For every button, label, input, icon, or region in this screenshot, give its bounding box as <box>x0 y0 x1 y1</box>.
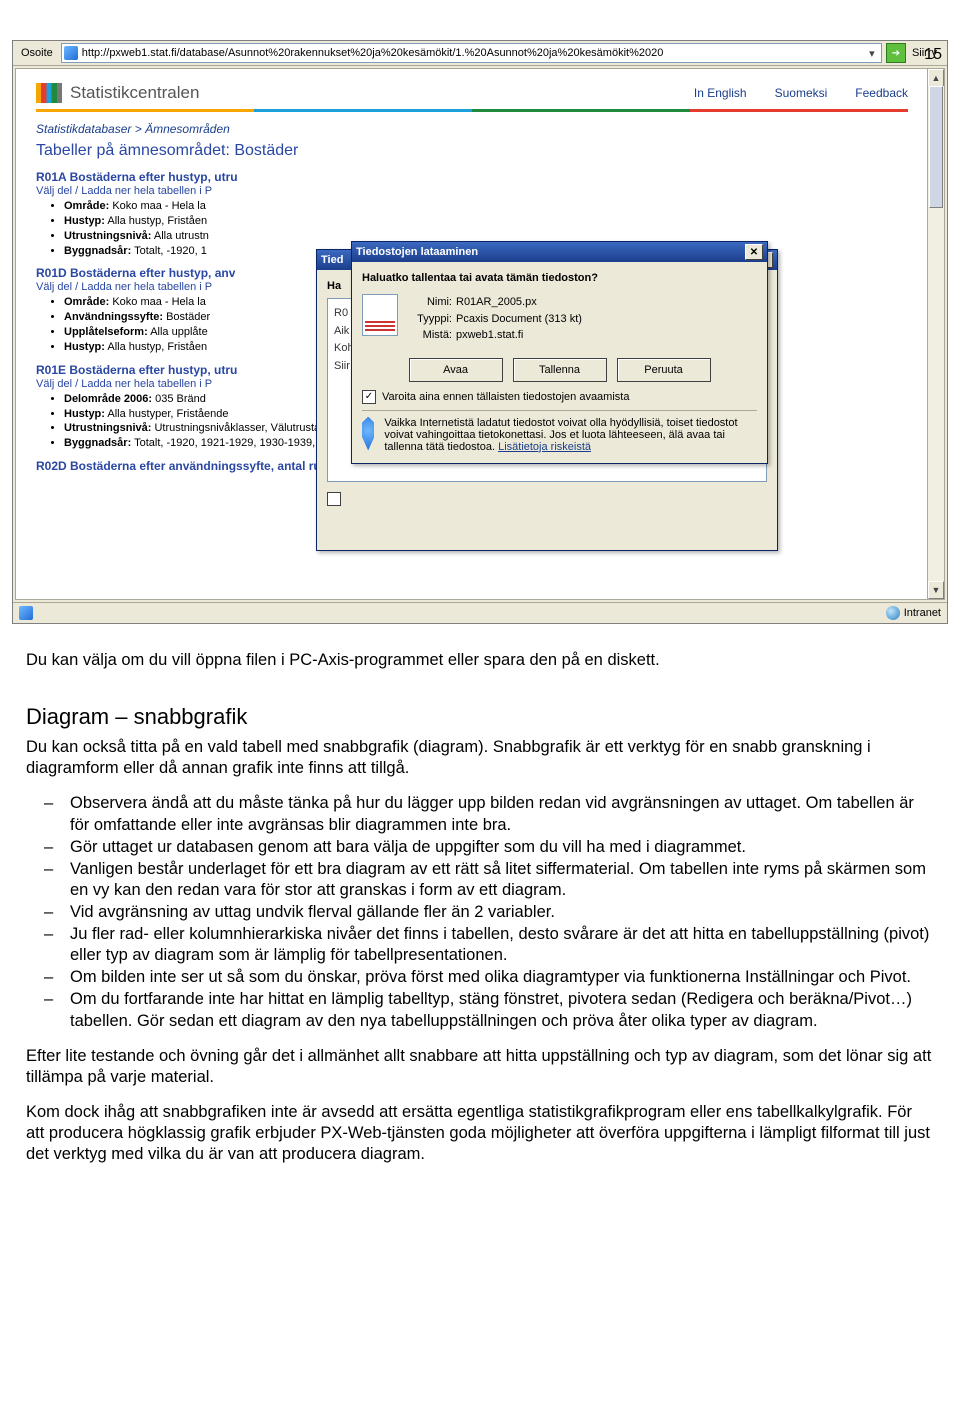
browser-content: ▲ ▼ Statistikcentralen In English Suomek… <box>15 68 945 600</box>
url-dropdown-icon[interactable]: ▾ <box>865 47 879 60</box>
vertical-scrollbar[interactable]: ▲ ▼ <box>927 69 944 599</box>
page-icon <box>64 46 78 60</box>
dialog-titlebar: Tiedostojen lataaminen ✕ <box>352 242 767 262</box>
warn-checkbox[interactable]: ✓ <box>362 390 376 404</box>
list-item: Om du fortfarande inte har hittat en läm… <box>26 989 934 1031</box>
from-label: Mistä: <box>408 327 452 344</box>
warn-checkbox-label: Varoita aina ennen tällaisten tiedostoje… <box>382 391 629 403</box>
section-heading: Diagram – snabbgrafik <box>26 703 934 731</box>
list-item: Vanligen består underlaget för ett bra d… <box>26 859 934 901</box>
area-title: Tabeller på ämnesområdet: Bostäder <box>36 142 908 160</box>
nav-english[interactable]: In English <box>694 86 747 100</box>
dialog-title: Tiedostojen lataaminen <box>356 246 478 258</box>
site-header: Statistikcentralen In English Suomeksi F… <box>36 77 908 107</box>
url-input[interactable]: http://pxweb1.stat.fi/database/Asunnot%2… <box>61 43 882 63</box>
from-value: pxweb1.stat.fi <box>456 329 523 341</box>
list-item: Observera ändå att du måste tänka på hur… <box>26 793 934 835</box>
paragraph: Kom dock ihåg att snabbgrafiken inte är … <box>26 1102 934 1165</box>
type-label: Tyyppi: <box>408 311 452 328</box>
address-bar: Osoite http://pxweb1.stat.fi/database/As… <box>13 41 947 66</box>
nav-suomeksi[interactable]: Suomeksi <box>775 86 828 100</box>
close-icon[interactable]: ✕ <box>745 244 763 260</box>
crumb-sep: > <box>135 122 145 136</box>
list-item: Gör uttaget ur databasen genom att bara … <box>26 837 934 858</box>
breadcrumb: Statistikdatabaser > Ämnesområden <box>36 122 908 136</box>
bullet-list: Observera ändå att du måste tänka på hur… <box>26 793 934 1031</box>
name-value: R01AR_2005.px <box>456 296 537 308</box>
list-item: Hustyp: Alla hustyp, Friståen <box>64 214 908 229</box>
warning-text: Vaikka Internetistä ladatut tiedostot vo… <box>384 417 757 453</box>
page-number: 15 <box>924 46 942 64</box>
list-item: Område: Koko maa - Hela la <box>64 199 908 214</box>
brand-name: Statistikcentralen <box>70 83 199 103</box>
page-icon <box>19 606 33 620</box>
scroll-up-icon[interactable]: ▲ <box>928 69 944 87</box>
cancel-button[interactable]: Peruuta <box>617 358 711 382</box>
save-button[interactable]: Tallenna <box>513 358 607 382</box>
status-bar: Intranet <box>13 602 947 623</box>
nav-feedback[interactable]: Feedback <box>855 86 908 100</box>
dialog-question: Haluatko tallentaa tai avata tämän tiedo… <box>362 272 757 284</box>
document-body: Du kan välja om du vill öppna filen i PC… <box>26 650 934 1165</box>
go-button[interactable]: ➔ <box>886 43 906 63</box>
intro-paragraph: Du kan välja om du vill öppna filen i PC… <box>26 650 934 671</box>
shield-icon <box>362 417 374 451</box>
zone-label: Intranet <box>904 607 941 619</box>
file-icon <box>362 294 398 336</box>
type-value: Pcaxis Document (313 kt) <box>456 313 582 325</box>
risk-link[interactable]: Lisätietoja riskeistä <box>498 441 591 453</box>
crumb-leaf[interactable]: Ämnesområden <box>145 122 230 136</box>
crumb-root[interactable]: Statistikdatabaser <box>36 122 131 136</box>
security-zone: Intranet <box>886 606 941 620</box>
table-title[interactable]: R01A Bostäderna efter hustyp, utru <box>36 170 908 184</box>
address-label: Osoite <box>17 47 57 59</box>
paragraph: Efter lite testande och övning går det i… <box>26 1046 934 1088</box>
scroll-down-icon[interactable]: ▼ <box>928 581 944 599</box>
top-nav: In English Suomeksi Feedback <box>694 86 908 100</box>
globe-icon <box>886 606 900 620</box>
paragraph: Du kan också titta på en vald tabell med… <box>26 737 934 779</box>
list-item: Vid avgränsning av uttag undvik flerval … <box>26 902 934 923</box>
table-subtitle: Välj del / Ladda ner hela tabellen i P <box>36 185 908 197</box>
brand-logo-icon <box>36 83 62 103</box>
name-label: Nimi: <box>408 294 452 311</box>
scroll-thumb[interactable] <box>929 86 943 208</box>
brand-stripe <box>36 109 908 112</box>
checkbox[interactable] <box>327 492 341 506</box>
divider <box>362 410 757 411</box>
browser-window: Osoite http://pxweb1.stat.fi/database/As… <box>12 40 948 624</box>
url-text: http://pxweb1.stat.fi/database/Asunnot%2… <box>82 47 861 59</box>
file-info: Nimi: R01AR_2005.px Tyyppi: Pcaxis Documen… <box>408 294 757 344</box>
list-item: Om bilden inte ser ut så som du önskar, … <box>26 967 934 988</box>
open-button[interactable]: Avaa <box>409 358 503 382</box>
download-dialog: Tiedostojen lataaminen ✕ Haluatko tallen… <box>351 241 768 464</box>
list-item: Ju fler rad- eller kolumnhierarkiska niv… <box>26 924 934 966</box>
popup-title: Tied <box>321 254 343 266</box>
